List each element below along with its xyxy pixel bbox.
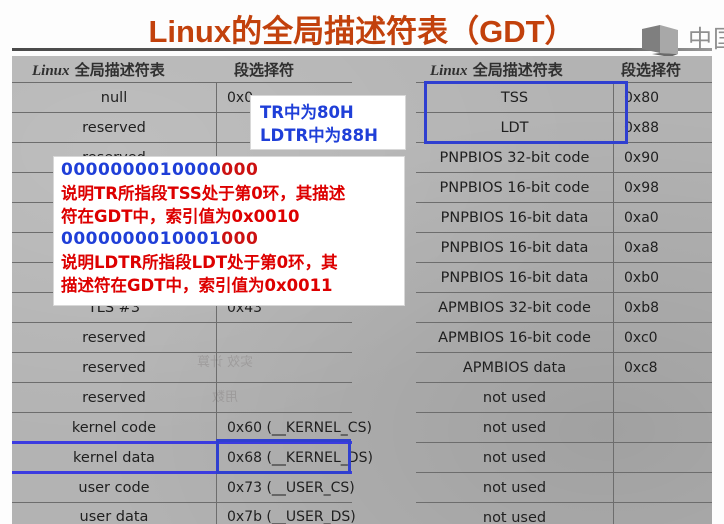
ldt-selector-binary: 0000000010001000: [61, 228, 404, 251]
row-descriptor-name: reserved: [12, 352, 217, 383]
tss-selector-binary: 0000000010000000: [61, 159, 404, 182]
table-row: kernel code 0x60 (__KERNEL_CS): [12, 412, 372, 443]
row-segment-selector: 0x60 (__KERNEL_CS): [227, 419, 372, 436]
right-table-header: Linux 全局描述符表 段选择符: [416, 56, 712, 82]
row-segment-selector: 0x90: [624, 149, 660, 166]
tss-explanation-line2: 符在GDT中，索引值为0x0010: [61, 207, 300, 226]
row-descriptor-name: LDT: [416, 112, 614, 143]
table-row: PNPBIOS 16-bit data 0xa8: [416, 232, 712, 263]
table-row: reserved: [12, 352, 352, 383]
right-table-rows: TSS 0x80 LDT 0x88 PNPBIOS 32-bit code 0x90 PNP…: [416, 82, 712, 524]
row-descriptor-name: APMBIOS 16-bit code: [416, 322, 614, 353]
row-descriptor-name: PNPBIOS 16-bit data: [416, 232, 614, 263]
row-descriptor-name: TSS: [416, 82, 614, 113]
row-descriptor-name: PNPBIOS 16-bit data: [416, 262, 614, 293]
row-segment-selector: 0x98: [624, 179, 660, 196]
table-row: user code 0x73 (__USER_CS): [12, 472, 355, 503]
row-segment-selector: 0x7b (__USER_DS): [227, 509, 356, 524]
row-descriptor-name: reserved: [12, 382, 217, 413]
table-row: PNPBIOS 16-bit code 0x98: [416, 172, 712, 203]
table-row: APMBIOS data 0xc8: [416, 352, 712, 383]
table-row: APMBIOS 32-bit code 0xb8: [416, 292, 712, 323]
selector-explanation-note: 0000000010000000 说明TR所指段TSS处于第0环，其描述 符在G…: [53, 156, 405, 306]
row-segment-selector: 0xb8: [624, 299, 659, 316]
left-header-name: 全局描述符表: [74, 61, 165, 79]
left-header-selector: 段选择符: [234, 61, 295, 79]
tr-ldtr-note: TR中为80H LDTR中为88H: [250, 95, 406, 150]
table-row: not used: [416, 412, 712, 443]
title-divider: [12, 48, 712, 51]
tr-note-line2: LDTR中为88H: [260, 126, 378, 145]
row-descriptor-name: PNPBIOS 16-bit code: [416, 172, 614, 203]
tss-binary-index: 0000000010000: [61, 160, 222, 180]
table-row: LDT 0x88: [416, 112, 712, 143]
row-descriptor-name: PNPBIOS 16-bit data: [416, 202, 614, 233]
row-descriptor-name: user code: [12, 472, 217, 503]
table-row: not used: [416, 472, 712, 503]
table-row: not used: [416, 442, 712, 473]
right-header-name: 全局描述符表: [472, 61, 563, 79]
table-row: reserved: [12, 382, 352, 413]
row-segment-selector: 0x80: [624, 89, 660, 106]
ldt-explanation-line2: 描述符在GDT中，索引值为0x0011: [61, 276, 333, 295]
row-descriptor-name: not used: [416, 442, 614, 473]
gdt-table-right: Linux 全局描述符表 段选择符 TSS 0x80 LDT 0x88 PNPBIOS …: [416, 56, 712, 524]
row-descriptor-name: not used: [416, 472, 614, 503]
row-descriptor-name: PNPBIOS 32-bit code: [416, 142, 614, 173]
table-row: reserved: [12, 322, 352, 353]
table-row: PNPBIOS 32-bit code 0x90: [416, 142, 712, 173]
slide-root: Linux的全局描述符表（GDT） 中国 Linux 全局描述符表 段选择符 n…: [0, 0, 724, 524]
row-descriptor-name: not used: [416, 382, 614, 413]
book-icon: [642, 25, 678, 57]
right-header-linux: Linux: [430, 63, 468, 79]
row-descriptor-name: reserved: [12, 112, 217, 143]
page-title: Linux的全局描述符表（GDT）: [148, 14, 576, 49]
row-segment-selector: 0xa8: [624, 239, 659, 256]
logo-label: 中国: [688, 25, 724, 53]
ldt-explanation-line1: 说明LDTR所指段LDT处于第0环，其: [61, 253, 338, 272]
table-row: kernel data 0x68 (__KERNEL_DS): [12, 442, 373, 473]
row-descriptor-name: kernel code: [12, 412, 217, 443]
row-segment-selector: 0xc0: [624, 329, 658, 346]
table-row: user data 0x7b (__USER_DS): [12, 502, 356, 524]
row-descriptor-name: reserved: [12, 322, 217, 353]
row-descriptor-name: not used: [416, 412, 614, 443]
row-descriptor-name: null: [12, 82, 217, 113]
row-segment-selector: 0xa0: [624, 209, 659, 226]
tr-note-line1: TR中为80H: [260, 103, 354, 122]
tss-explanation-line1: 说明TR所指段TSS处于第0环，其描述: [61, 184, 346, 203]
tss-binary-tail: 000: [221, 160, 259, 180]
row-segment-selector: 0xb0: [624, 269, 659, 286]
left-table-header: Linux 全局描述符表 段选择符: [12, 56, 352, 82]
table-row: not used: [416, 382, 712, 413]
row-segment-selector: 0x68 (__KERNEL_DS): [227, 449, 373, 466]
row-descriptor-name: kernel data: [12, 442, 217, 473]
row-descriptor-name: user data: [12, 502, 217, 524]
row-segment-selector: 0x73 (__USER_CS): [227, 479, 355, 496]
row-descriptor-name: not used: [416, 502, 614, 524]
row-descriptor-name: APMBIOS data: [416, 352, 614, 383]
table-row: not used: [416, 502, 712, 524]
table-row: TSS 0x80: [416, 82, 712, 113]
ldt-binary-index: 0000000010001: [61, 229, 222, 249]
table-row: PNPBIOS 16-bit data 0xb0: [416, 262, 712, 293]
left-header-linux: Linux: [32, 63, 70, 79]
ldt-binary-tail: 000: [221, 229, 259, 249]
row-segment-selector: 0xc8: [624, 359, 658, 376]
table-row: APMBIOS 16-bit code 0xc0: [416, 322, 712, 353]
right-header-selector: 段选择符: [621, 61, 682, 79]
row-segment-selector: 0x88: [624, 119, 660, 136]
table-row: PNPBIOS 16-bit data 0xa0: [416, 202, 712, 233]
row-descriptor-name: APMBIOS 32-bit code: [416, 292, 614, 323]
